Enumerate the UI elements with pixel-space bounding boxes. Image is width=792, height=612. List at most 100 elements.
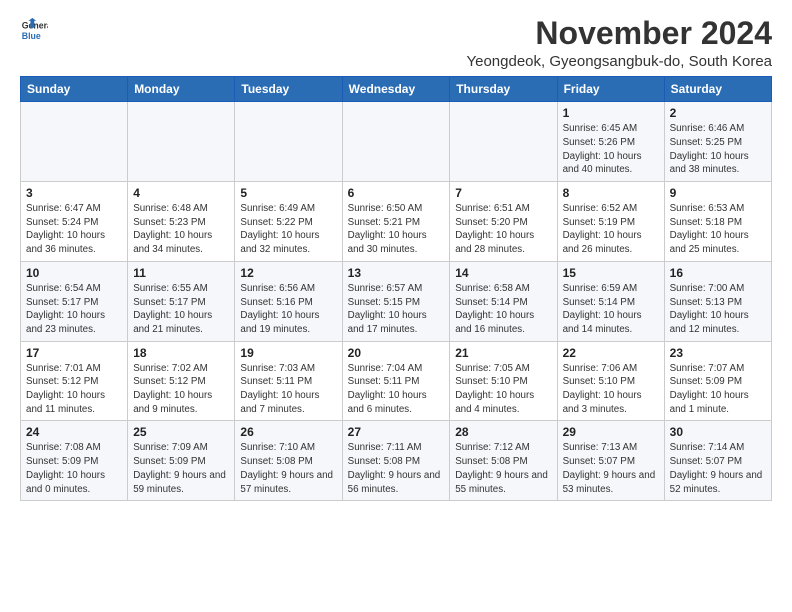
- weekday-header: Friday: [557, 77, 664, 102]
- day-number: 28: [455, 425, 551, 439]
- day-number: 20: [348, 346, 445, 360]
- day-info: Sunrise: 7:01 AM Sunset: 5:12 PM Dayligh…: [26, 362, 122, 417]
- calendar-cell: 25 Sunrise: 7:09 AM Sunset: 5:09 PM Dayli…: [128, 421, 235, 501]
- calendar-cell: 7 Sunrise: 6:51 AM Sunset: 5:20 PM Daylig…: [450, 182, 557, 262]
- day-info: Sunrise: 6:46 AM Sunset: 5:25 PM Dayligh…: [670, 122, 766, 177]
- weekday-header: Saturday: [664, 77, 771, 102]
- calendar-cell: 3Sunrise: 6:47 AM Sunset: 5:24 PM Daylig…: [21, 182, 128, 262]
- day-info: Sunrise: 6:57 AM Sunset: 5:15 PM Dayligh…: [348, 282, 445, 337]
- calendar-cell: 20 Sunrise: 7:04 AM Sunset: 5:11 PM Dayli…: [342, 341, 450, 421]
- day-number: 30: [670, 425, 766, 439]
- day-number: 10: [26, 266, 122, 280]
- day-info: Sunrise: 6:52 AM Sunset: 5:19 PM Dayligh…: [563, 202, 659, 257]
- calendar-cell: 2 Sunrise: 6:46 AM Sunset: 5:25 PM Daylig…: [664, 102, 771, 182]
- calendar-cell: 12 Sunrise: 6:56 AM Sunset: 5:16 PM Dayli…: [235, 261, 342, 341]
- day-number: 7: [455, 186, 551, 200]
- calendar-cell: 15 Sunrise: 6:59 AM Sunset: 5:14 PM Dayli…: [557, 261, 664, 341]
- calendar-cell: [235, 102, 342, 182]
- day-info: Sunrise: 6:58 AM Sunset: 5:14 PM Dayligh…: [455, 282, 551, 337]
- day-number: 18: [133, 346, 229, 360]
- day-info: Sunrise: 7:00 AM Sunset: 5:13 PM Dayligh…: [670, 282, 766, 337]
- day-number: 1: [563, 106, 659, 120]
- day-info: Sunrise: 7:12 AM Sunset: 5:08 PM Dayligh…: [455, 441, 551, 496]
- day-number: 22: [563, 346, 659, 360]
- day-number: 5: [240, 186, 336, 200]
- day-number: 2: [670, 106, 766, 120]
- calendar-cell: 22 Sunrise: 7:06 AM Sunset: 5:10 PM Dayli…: [557, 341, 664, 421]
- day-info: Sunrise: 6:50 AM Sunset: 5:21 PM Dayligh…: [348, 202, 445, 257]
- day-number: 24: [26, 425, 122, 439]
- calendar-cell: 6 Sunrise: 6:50 AM Sunset: 5:21 PM Daylig…: [342, 182, 450, 262]
- calendar-cell: 1 Sunrise: 6:45 AM Sunset: 5:26 PM Daylig…: [557, 102, 664, 182]
- day-info: Sunrise: 7:14 AM Sunset: 5:07 PM Dayligh…: [670, 441, 766, 496]
- day-info: Sunrise: 7:09 AM Sunset: 5:09 PM Dayligh…: [133, 441, 229, 496]
- calendar-cell: 28 Sunrise: 7:12 AM Sunset: 5:08 PM Dayli…: [450, 421, 557, 501]
- calendar-cell: 29Sunrise: 7:13 AM Sunset: 5:07 PM Dayli…: [557, 421, 664, 501]
- day-number: 9: [670, 186, 766, 200]
- calendar-table: SundayMondayTuesdayWednesdayThursdayFrid…: [20, 76, 772, 501]
- day-info: Sunrise: 7:02 AM Sunset: 5:12 PM Dayligh…: [133, 362, 229, 417]
- day-info: Sunrise: 6:54 AM Sunset: 5:17 PM Dayligh…: [26, 282, 122, 337]
- day-info: Sunrise: 6:45 AM Sunset: 5:26 PM Dayligh…: [563, 122, 659, 177]
- svg-text:Blue: Blue: [22, 31, 41, 41]
- day-info: Sunrise: 7:13 AM Sunset: 5:07 PM Dayligh…: [563, 441, 659, 496]
- calendar-cell: 30 Sunrise: 7:14 AM Sunset: 5:07 PM Dayli…: [664, 421, 771, 501]
- calendar-cell: 5 Sunrise: 6:49 AM Sunset: 5:22 PM Daylig…: [235, 182, 342, 262]
- weekday-header: Thursday: [450, 77, 557, 102]
- day-number: 8: [563, 186, 659, 200]
- calendar-cell: 10 Sunrise: 6:54 AM Sunset: 5:17 PM Dayli…: [21, 261, 128, 341]
- day-info: Sunrise: 7:04 AM Sunset: 5:11 PM Dayligh…: [348, 362, 445, 417]
- day-info: Sunrise: 6:59 AM Sunset: 5:14 PM Dayligh…: [563, 282, 659, 337]
- calendar-cell: 23 Sunrise: 7:07 AM Sunset: 5:09 PM Dayli…: [664, 341, 771, 421]
- day-info: Sunrise: 7:06 AM Sunset: 5:10 PM Dayligh…: [563, 362, 659, 417]
- day-number: 4: [133, 186, 229, 200]
- day-info: Sunrise: 7:08 AM Sunset: 5:09 PM Dayligh…: [26, 441, 122, 496]
- day-number: 11: [133, 266, 229, 280]
- calendar-cell: [342, 102, 450, 182]
- calendar-cell: 27 Sunrise: 7:11 AM Sunset: 5:08 PM Dayli…: [342, 421, 450, 501]
- day-info: Sunrise: 7:05 AM Sunset: 5:10 PM Dayligh…: [455, 362, 551, 417]
- day-number: 25: [133, 425, 229, 439]
- weekday-header: Monday: [128, 77, 235, 102]
- logo: General Blue: [20, 16, 48, 44]
- day-number: 16: [670, 266, 766, 280]
- day-number: 13: [348, 266, 445, 280]
- calendar-cell: 26 Sunrise: 7:10 AM Sunset: 5:08 PM Dayli…: [235, 421, 342, 501]
- calendar-cell: 16 Sunrise: 7:00 AM Sunset: 5:13 PM Dayli…: [664, 261, 771, 341]
- day-info: Sunrise: 6:56 AM Sunset: 5:16 PM Dayligh…: [240, 282, 336, 337]
- day-info: Sunrise: 6:47 AM Sunset: 5:24 PM Dayligh…: [26, 202, 122, 257]
- calendar-cell: 14 Sunrise: 6:58 AM Sunset: 5:14 PM Dayli…: [450, 261, 557, 341]
- calendar-cell: 4 Sunrise: 6:48 AM Sunset: 5:23 PM Daylig…: [128, 182, 235, 262]
- page-title: November 2024: [466, 16, 772, 51]
- day-number: 26: [240, 425, 336, 439]
- day-info: Sunrise: 6:51 AM Sunset: 5:20 PM Dayligh…: [455, 202, 551, 257]
- weekday-header: Tuesday: [235, 77, 342, 102]
- day-info: Sunrise: 6:48 AM Sunset: 5:23 PM Dayligh…: [133, 202, 229, 257]
- calendar-cell: [21, 102, 128, 182]
- day-number: 17: [26, 346, 122, 360]
- day-info: Sunrise: 6:49 AM Sunset: 5:22 PM Dayligh…: [240, 202, 336, 257]
- day-number: 27: [348, 425, 445, 439]
- day-number: 15: [563, 266, 659, 280]
- day-number: 12: [240, 266, 336, 280]
- day-info: Sunrise: 6:53 AM Sunset: 5:18 PM Dayligh…: [670, 202, 766, 257]
- day-info: Sunrise: 7:11 AM Sunset: 5:08 PM Dayligh…: [348, 441, 445, 496]
- day-number: 23: [670, 346, 766, 360]
- calendar-cell: 24 Sunrise: 7:08 AM Sunset: 5:09 PM Dayli…: [21, 421, 128, 501]
- calendar-cell: 8 Sunrise: 6:52 AM Sunset: 5:19 PM Daylig…: [557, 182, 664, 262]
- calendar-cell: 17 Sunrise: 7:01 AM Sunset: 5:12 PM Dayli…: [21, 341, 128, 421]
- day-info: Sunrise: 7:10 AM Sunset: 5:08 PM Dayligh…: [240, 441, 336, 496]
- calendar-cell: 19Sunrise: 7:03 AM Sunset: 5:11 PM Dayli…: [235, 341, 342, 421]
- calendar-cell: 21 Sunrise: 7:05 AM Sunset: 5:10 PM Dayli…: [450, 341, 557, 421]
- day-info: Sunrise: 7:03 AM Sunset: 5:11 PM Dayligh…: [240, 362, 336, 417]
- weekday-header: Wednesday: [342, 77, 450, 102]
- day-number: 6: [348, 186, 445, 200]
- day-info: Sunrise: 6:55 AM Sunset: 5:17 PM Dayligh…: [133, 282, 229, 337]
- day-info: Sunrise: 7:07 AM Sunset: 5:09 PM Dayligh…: [670, 362, 766, 417]
- day-number: 14: [455, 266, 551, 280]
- day-number: 21: [455, 346, 551, 360]
- svg-text:General: General: [22, 20, 48, 30]
- calendar-cell: [450, 102, 557, 182]
- calendar-cell: 13 Sunrise: 6:57 AM Sunset: 5:15 PM Dayli…: [342, 261, 450, 341]
- page-subtitle: Yeongdeok, Gyeongsangbuk-do, South Korea: [466, 53, 772, 70]
